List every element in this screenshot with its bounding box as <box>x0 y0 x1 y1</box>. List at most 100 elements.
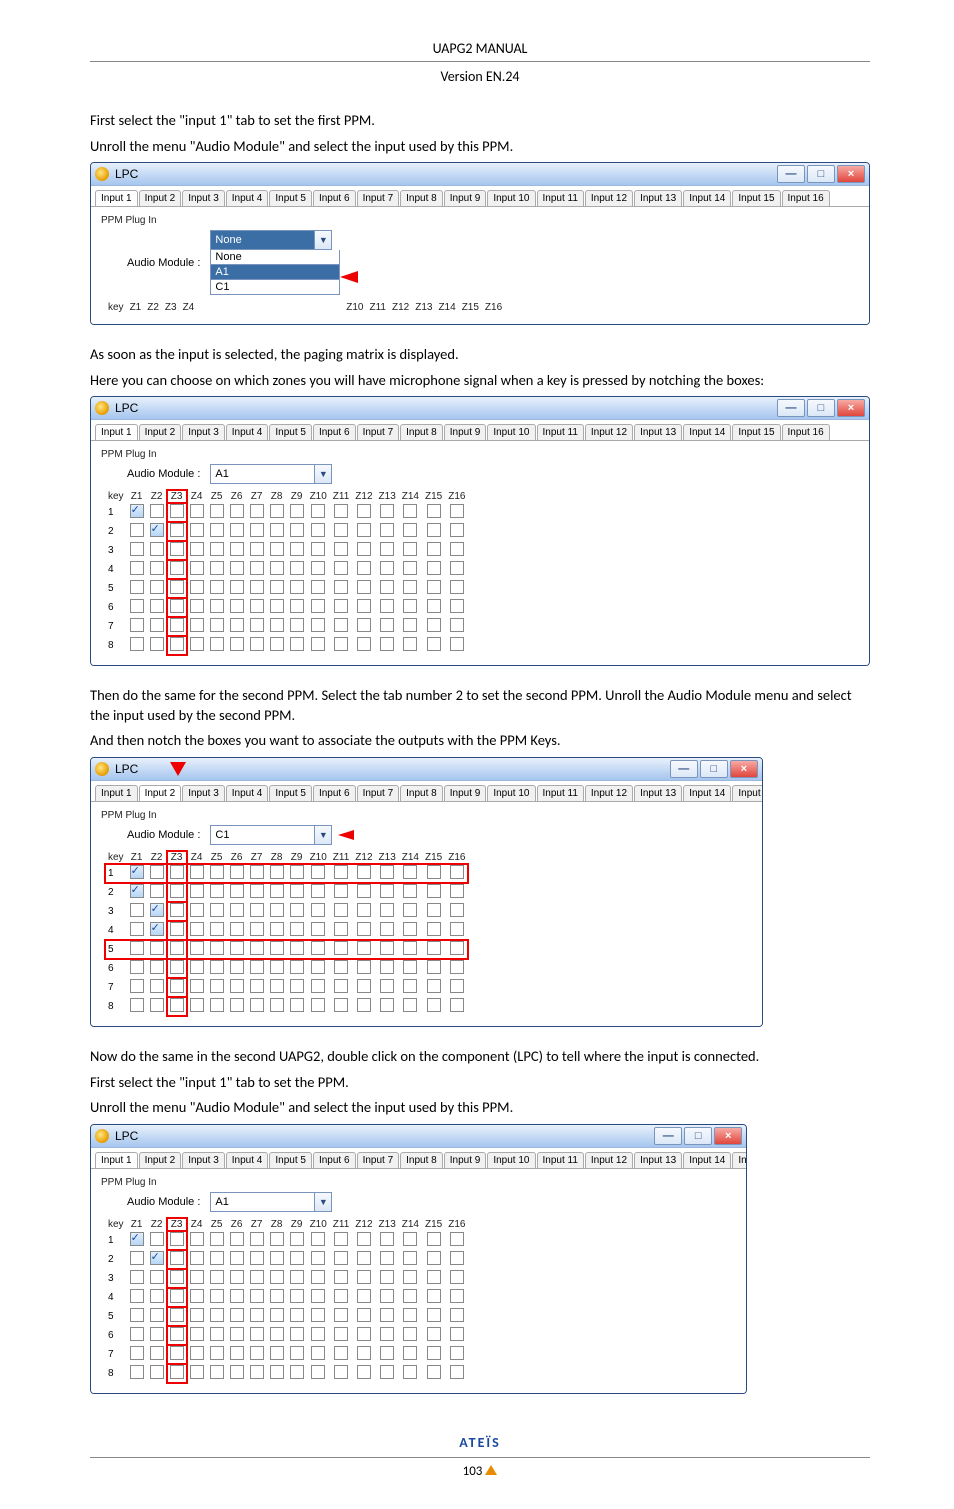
zone-checkbox[interactable] <box>230 618 244 632</box>
zone-checkbox[interactable] <box>334 599 348 613</box>
zone-checkbox[interactable] <box>210 523 224 537</box>
tab-input-14[interactable]: Input 14 <box>683 1152 731 1168</box>
maximize-button[interactable]: □ <box>700 760 728 778</box>
tab-input-7[interactable]: Input 7 <box>357 424 400 440</box>
zone-checkbox[interactable] <box>130 941 144 955</box>
zone-checkbox[interactable] <box>170 1365 184 1379</box>
zone-checkbox[interactable] <box>427 1308 441 1322</box>
zone-checkbox[interactable] <box>130 998 144 1012</box>
zone-checkbox[interactable] <box>190 580 204 594</box>
zone-checkbox[interactable] <box>250 504 264 518</box>
tab-input-1[interactable]: Input 1 <box>95 190 138 206</box>
zone-checkbox[interactable] <box>334 1308 348 1322</box>
tab-input-7[interactable]: Input 7 <box>357 1152 400 1168</box>
zone-checkbox[interactable] <box>380 1251 394 1265</box>
zone-checkbox[interactable] <box>450 884 464 898</box>
zone-checkbox[interactable] <box>190 903 204 917</box>
tab-input-10[interactable]: Input 10 <box>487 1152 535 1168</box>
zone-checkbox[interactable] <box>311 1289 325 1303</box>
tab-input-13[interactable]: Input 13 <box>634 1152 682 1168</box>
tab-input-5[interactable]: Input 5 <box>269 190 312 206</box>
tab-input-9[interactable]: Input 9 <box>444 1152 487 1168</box>
zone-checkbox[interactable] <box>450 941 464 955</box>
zone-checkbox[interactable] <box>150 903 164 917</box>
zone-checkbox[interactable] <box>230 561 244 575</box>
zone-checkbox[interactable] <box>427 903 441 917</box>
tab-input-8[interactable]: Input 8 <box>400 190 443 206</box>
zone-checkbox[interactable] <box>150 979 164 993</box>
zone-checkbox[interactable] <box>230 1346 244 1360</box>
tab-input-3[interactable]: Input 3 <box>182 785 225 801</box>
zone-checkbox[interactable] <box>403 1346 417 1360</box>
tab-input-8[interactable]: Input 8 <box>400 424 443 440</box>
zone-checkbox[interactable] <box>427 865 441 879</box>
zone-checkbox[interactable] <box>380 1308 394 1322</box>
zone-checkbox[interactable] <box>357 998 371 1012</box>
zone-checkbox[interactable] <box>380 542 394 556</box>
zone-checkbox[interactable] <box>250 922 264 936</box>
zone-checkbox[interactable] <box>130 979 144 993</box>
zone-checkbox[interactable] <box>190 865 204 879</box>
zone-checkbox[interactable] <box>403 998 417 1012</box>
zone-checkbox[interactable] <box>334 884 348 898</box>
zone-checkbox[interactable] <box>403 960 417 974</box>
zone-checkbox[interactable] <box>311 504 325 518</box>
zone-checkbox[interactable] <box>427 941 441 955</box>
zone-checkbox[interactable] <box>170 998 184 1012</box>
zone-checkbox[interactable] <box>210 1365 224 1379</box>
zone-checkbox[interactable] <box>270 903 284 917</box>
zone-checkbox[interactable] <box>334 1251 348 1265</box>
zone-checkbox[interactable] <box>270 1308 284 1322</box>
zone-checkbox[interactable] <box>230 1327 244 1341</box>
zone-checkbox[interactable] <box>311 637 325 651</box>
zone-checkbox[interactable] <box>190 523 204 537</box>
zone-checkbox[interactable] <box>150 884 164 898</box>
zone-checkbox[interactable] <box>311 523 325 537</box>
tab-input-9[interactable]: Input 9 <box>444 190 487 206</box>
zone-checkbox[interactable] <box>130 884 144 898</box>
zone-checkbox[interactable] <box>230 1365 244 1379</box>
zone-checkbox[interactable] <box>150 1289 164 1303</box>
zone-checkbox[interactable] <box>403 865 417 879</box>
zone-checkbox[interactable] <box>357 504 371 518</box>
zone-checkbox[interactable] <box>290 941 304 955</box>
zone-checkbox[interactable] <box>190 1270 204 1284</box>
zone-checkbox[interactable] <box>210 998 224 1012</box>
close-button[interactable]: × <box>730 760 758 778</box>
tab-input-6[interactable]: Input 6 <box>313 424 356 440</box>
zone-checkbox[interactable] <box>403 1270 417 1284</box>
zone-checkbox[interactable] <box>403 1251 417 1265</box>
zone-checkbox[interactable] <box>380 979 394 993</box>
zone-checkbox[interactable] <box>170 523 184 537</box>
zone-checkbox[interactable] <box>250 941 264 955</box>
tab-input-12[interactable]: Input 12 <box>585 1152 633 1168</box>
zone-checkbox[interactable] <box>150 1232 164 1246</box>
zone-checkbox[interactable] <box>427 1365 441 1379</box>
zone-checkbox[interactable] <box>403 637 417 651</box>
chevron-down-icon[interactable]: ▼ <box>314 1193 331 1211</box>
zone-checkbox[interactable] <box>130 1365 144 1379</box>
tab-input-4[interactable]: Input 4 <box>226 1152 269 1168</box>
zone-checkbox[interactable] <box>210 1270 224 1284</box>
zone-checkbox[interactable] <box>270 1232 284 1246</box>
zone-checkbox[interactable] <box>403 504 417 518</box>
zone-checkbox[interactable] <box>170 941 184 955</box>
zone-checkbox[interactable] <box>190 637 204 651</box>
zone-checkbox[interactable] <box>380 1232 394 1246</box>
zone-checkbox[interactable] <box>130 1346 144 1360</box>
tab-input-11[interactable]: Input 11 <box>537 190 584 206</box>
zone-checkbox[interactable] <box>270 637 284 651</box>
zone-checkbox[interactable] <box>311 1365 325 1379</box>
zone-checkbox[interactable] <box>403 922 417 936</box>
zone-checkbox[interactable] <box>380 922 394 936</box>
zone-checkbox[interactable] <box>450 599 464 613</box>
zone-checkbox[interactable] <box>230 998 244 1012</box>
zone-checkbox[interactable] <box>250 903 264 917</box>
tab-input-2[interactable]: Input 2 <box>139 424 182 440</box>
zone-checkbox[interactable] <box>427 637 441 651</box>
tab-input-16[interactable]: Input 16 <box>782 190 830 206</box>
zone-checkbox[interactable] <box>427 884 441 898</box>
tab-input-8[interactable]: Input 8 <box>400 785 443 801</box>
zone-checkbox[interactable] <box>450 523 464 537</box>
window-titlebar[interactable]: LPC — □ × <box>91 163 869 186</box>
